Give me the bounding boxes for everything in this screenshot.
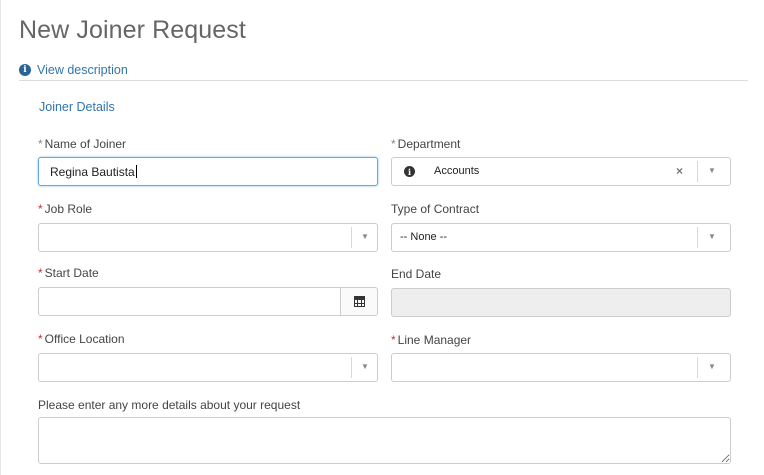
select-separator [351,357,352,378]
type-of-contract-value: -- None -- [400,231,448,243]
view-description-link[interactable]: i View description [19,63,128,77]
chevron-down-icon[interactable]: ▼ [361,362,369,371]
start-date-label-text: Start Date [44,266,99,280]
department-label: * Department [391,137,460,151]
department-label-text: Department [397,137,461,151]
select-separator [697,357,698,378]
page-title: New Joiner Request [19,16,246,44]
select-separator [697,161,698,182]
name-of-joiner-input[interactable]: Regina Bautista [38,157,378,186]
calendar-button[interactable] [340,288,377,315]
name-of-joiner-text: Regina Bautista [50,165,135,179]
more-details-textarea[interactable] [38,417,731,464]
chevron-down-icon[interactable]: ▼ [708,232,716,241]
start-date-input[interactable] [38,287,378,316]
chevron-down-icon[interactable]: ▼ [361,232,369,241]
header-divider [19,80,748,81]
end-date-label: End Date [391,267,442,281]
select-separator [351,227,352,248]
section-title: Joiner Details [39,100,115,114]
required-mark: * [38,332,43,346]
department-info-icon[interactable]: i [404,166,415,177]
info-icon: i [19,64,31,76]
end-date-input [391,288,731,317]
required-mark: * [38,137,43,151]
office-location-label-text: Office Location [44,332,125,346]
line-manager-select[interactable]: ▼ [391,353,731,382]
chevron-down-icon[interactable]: ▼ [708,166,716,175]
department-select[interactable]: i Accounts × ▼ [391,157,731,186]
line-manager-label: * Line Manager [391,333,471,347]
type-of-contract-select[interactable]: -- None -- ▼ [391,223,731,252]
clear-icon[interactable]: × [676,164,683,178]
required-mark: * [391,333,396,347]
select-separator [697,227,698,248]
name-of-joiner-label-text: Name of Joiner [44,137,127,151]
name-of-joiner-label: * Name of Joiner [38,137,126,151]
text-caret [135,165,137,178]
line-manager-label-text: Line Manager [397,333,472,347]
required-mark: * [38,266,43,280]
left-border [0,0,1,475]
required-mark: * [38,202,43,216]
job-role-label-text: Job Role [44,202,93,216]
start-date-label: * Start Date [38,266,99,280]
type-of-contract-label: Type of Contract [391,202,480,216]
name-of-joiner-value: Regina Bautista [50,165,137,179]
required-mark: * [391,137,396,151]
job-role-select[interactable]: ▼ [38,223,378,252]
more-details-label: Please enter any more details about your… [38,398,301,412]
chevron-down-icon[interactable]: ▼ [708,362,716,371]
job-role-label: * Job Role [38,202,92,216]
office-location-select[interactable]: ▼ [38,353,378,382]
calendar-icon [353,296,365,307]
view-description-label: View description [37,63,128,77]
department-value: Accounts [434,165,480,177]
office-location-label: * Office Location [38,332,125,346]
